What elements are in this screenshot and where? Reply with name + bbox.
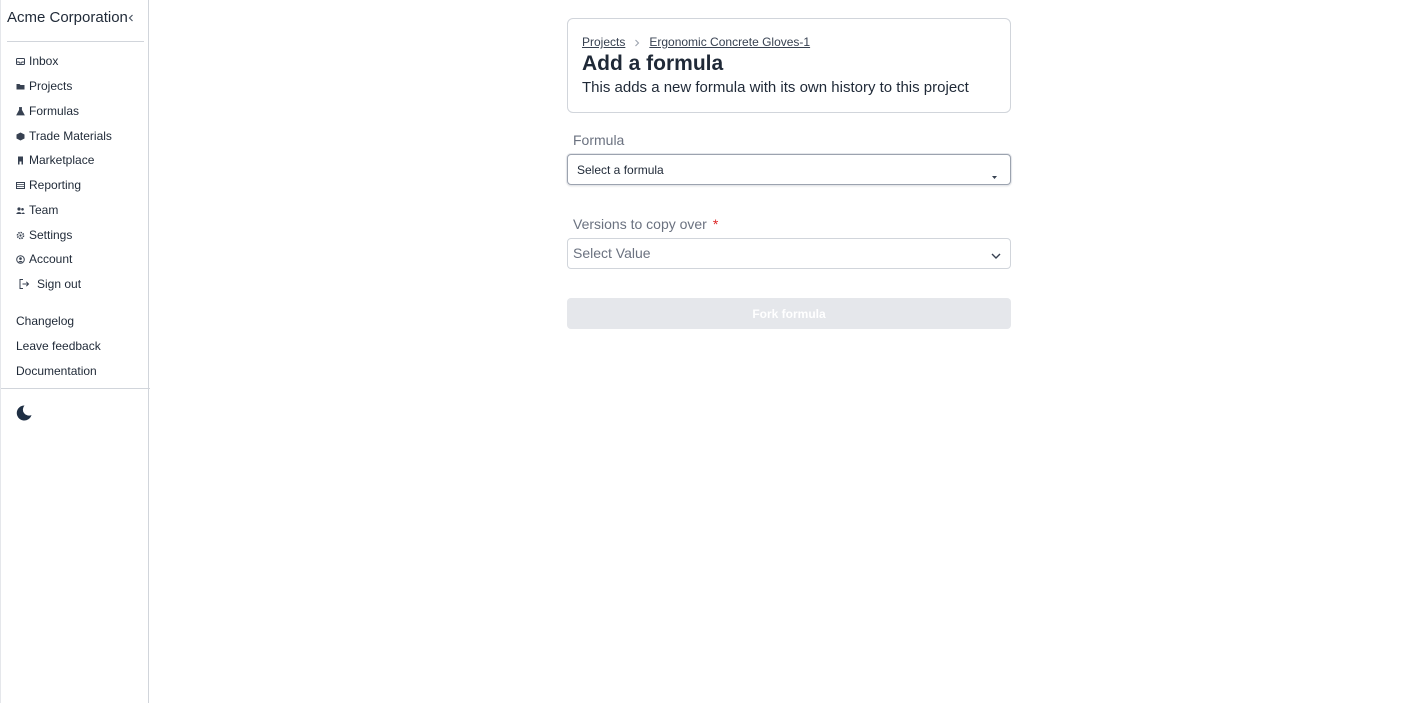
sidebar-item-inbox[interactable]: Inbox [16,51,58,71]
sidebar-item-reporting[interactable]: Reporting [16,175,81,195]
folder-icon [16,82,25,91]
sidebar-item-projects[interactable]: Projects [16,76,72,96]
store-icon [16,156,25,165]
page-title: Add a formula [582,52,724,75]
changelog-link[interactable]: Changelog [16,314,74,328]
org-name[interactable]: Acme Corporation [7,9,128,26]
sidebar-item-team[interactable]: Team [16,200,58,220]
sidebar-item-label: Reporting [29,178,82,192]
sidebar-item-label: Settings [29,228,73,242]
versions-select[interactable]: Select Value [567,238,1011,269]
sidebar-item-marketplace[interactable]: Marketplace [16,150,94,170]
users-icon [16,206,25,215]
versions-placeholder: Select Value [573,245,651,261]
table-icon [16,181,25,190]
sidebar-item-label: Team [29,203,59,217]
gear-icon [16,231,25,240]
sign-out-icon [18,278,30,290]
page-header-card: Projects Ergonomic Concrete Gloves-1 Add… [567,18,1011,113]
cube-icon [16,132,25,141]
chevron-left-icon[interactable] [126,11,136,25]
sidebar-divider [1,388,150,389]
formula-select[interactable]: Select a formula [567,154,1011,185]
chevron-right-icon [633,37,641,47]
sidebar-item-sign-out[interactable]: Sign out [16,274,81,294]
chevron-down-icon [990,248,1002,259]
breadcrumb: Projects Ergonomic Concrete Gloves-1 [582,35,810,49]
moon-icon[interactable] [15,404,33,422]
breadcrumb-projects[interactable]: Projects [582,35,625,49]
formula-select-value: Select a formula [577,163,664,177]
versions-label: Versions to copy over * [573,216,718,232]
sidebar-item-label: Inbox [29,54,59,68]
org-header: Acme Corporation [7,8,144,42]
sidebar-item-label: Marketplace [29,153,95,167]
sidebar-item-label: Formulas [29,104,80,118]
sidebar-item-label: Projects [29,79,73,93]
versions-label-text: Versions to copy over [573,216,707,232]
sidebar-item-label: Trade Materials [29,129,112,143]
required-mark: * [712,216,719,232]
sidebar-item-settings[interactable]: Settings [16,225,72,245]
caret-down-icon [991,167,998,179]
sidebar-item-label: Account [29,252,73,266]
formula-label: Formula [573,132,625,148]
sidebar-item-formulas[interactable]: Formulas [16,101,79,121]
sidebar: Acme Corporation Inbox Projects Formulas… [0,0,150,703]
inbox-icon [16,57,25,66]
leave-feedback-link[interactable]: Leave feedback [16,339,101,353]
sidebar-item-account[interactable]: Account [16,249,72,269]
breadcrumb-project[interactable]: Ergonomic Concrete Gloves-1 [649,35,810,49]
page-subtitle: This adds a new formula with its own his… [582,79,969,96]
fork-formula-button[interactable]: Fork formula [567,298,1011,329]
user-circle-icon [16,254,25,264]
flask-icon [16,106,25,116]
sidebar-item-label: Sign out [37,277,82,291]
sidebar-item-trade-materials[interactable]: Trade Materials [16,126,112,146]
documentation-link[interactable]: Documentation [16,364,97,378]
